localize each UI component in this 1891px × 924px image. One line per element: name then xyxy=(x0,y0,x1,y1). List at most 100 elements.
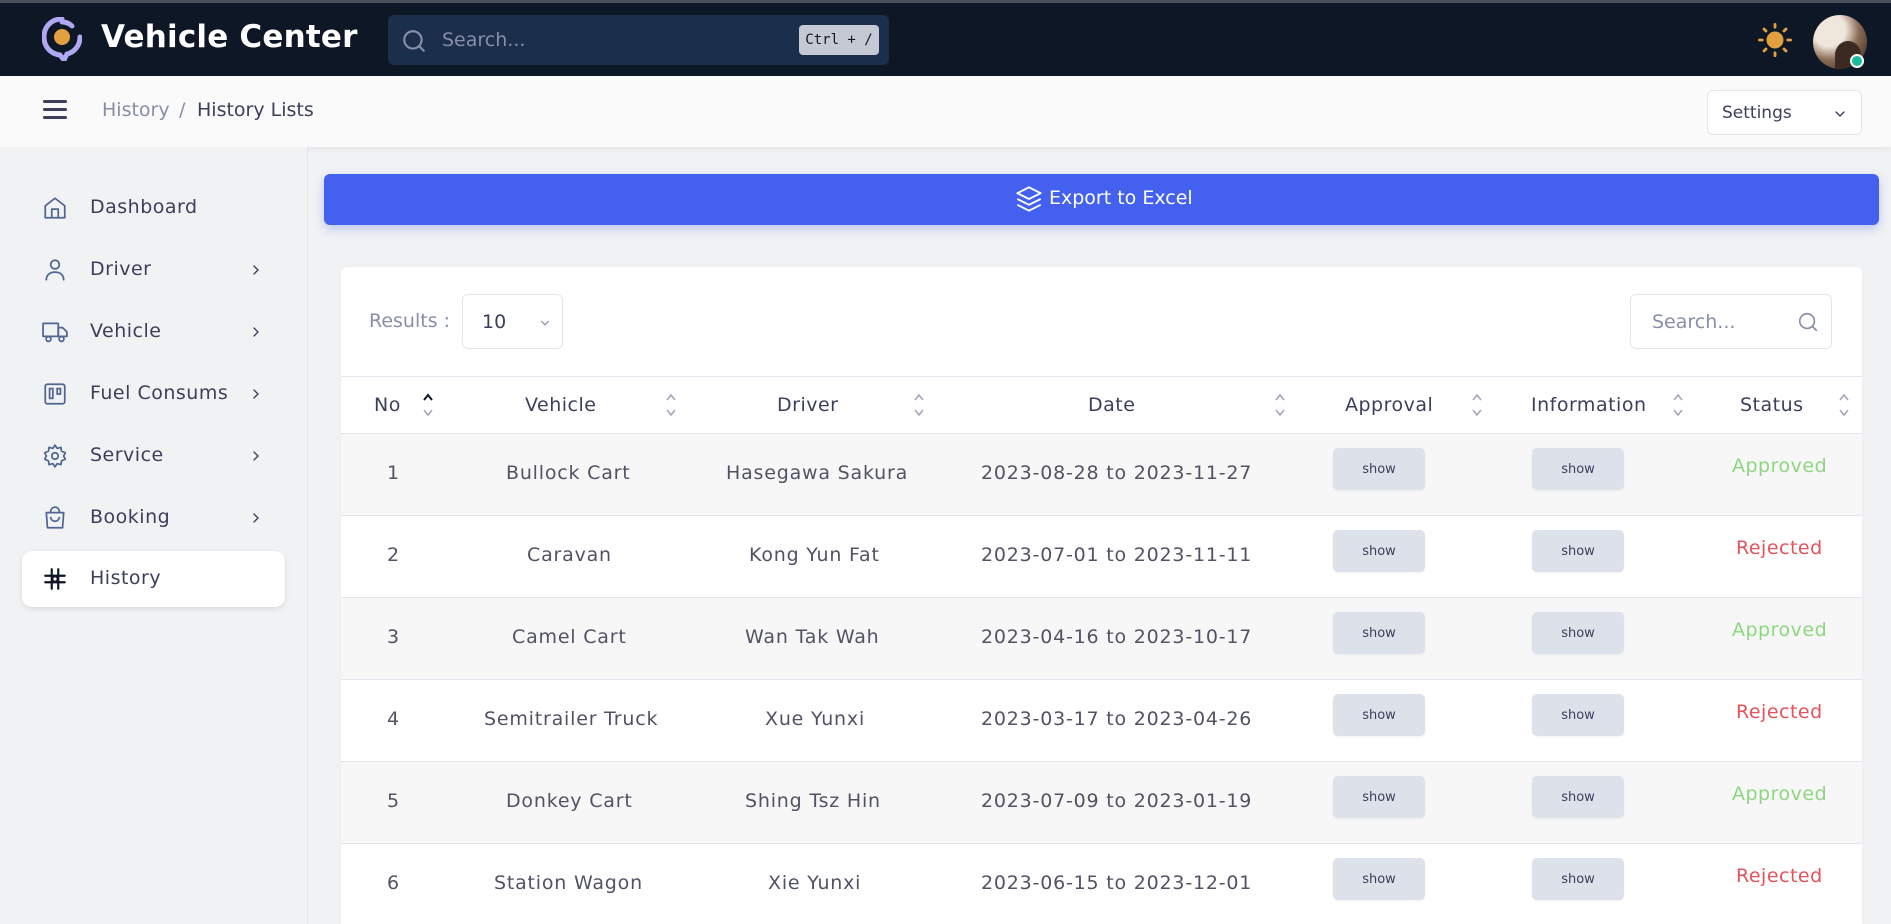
column-header-approval[interactable]: Approval xyxy=(1345,394,1433,416)
cell-driver: Hasegawa Sakura xyxy=(726,462,909,484)
cell-no: 5 xyxy=(387,790,400,812)
sidebar-item-label: Driver xyxy=(90,258,152,280)
cell-driver: Kong Yun Fat xyxy=(749,544,880,566)
table-row: 3 Camel Cart Wan Tak Wah 2023-04-16 to 2… xyxy=(341,598,1862,680)
logo-icon[interactable] xyxy=(42,17,82,61)
table-search-placeholder: Search... xyxy=(1652,311,1736,333)
home-icon xyxy=(44,197,66,219)
shopping-bag-icon xyxy=(45,506,65,529)
export-label: Export to Excel xyxy=(1049,187,1193,209)
breadcrumb-parent[interactable]: History xyxy=(102,99,170,121)
page-size-select[interactable]: 10 xyxy=(462,294,563,349)
approval-show-button[interactable]: show xyxy=(1333,530,1425,572)
sidebar-item-label: Service xyxy=(90,444,164,466)
sort-icon[interactable] xyxy=(422,391,434,419)
approval-show-button[interactable]: show xyxy=(1333,694,1425,736)
cell-vehicle: Station Wagon xyxy=(494,872,643,894)
status-badge: Rejected xyxy=(1736,701,1823,723)
breadcrumb-current: History Lists xyxy=(197,99,314,121)
cell-vehicle: Semitrailer Truck xyxy=(484,708,659,730)
cell-date: 2023-08-28 to 2023-11-27 xyxy=(981,462,1253,484)
global-search-input[interactable]: Search... Ctrl + / xyxy=(388,15,889,65)
sidebar-item-label: History xyxy=(90,567,162,589)
information-show-button[interactable]: show xyxy=(1532,776,1624,818)
status-badge: Approved xyxy=(1732,783,1828,805)
breadcrumb-separator: / xyxy=(179,99,186,121)
search-icon xyxy=(403,30,425,52)
cell-date: 2023-04-16 to 2023-10-17 xyxy=(981,626,1253,648)
sort-icon[interactable] xyxy=(1838,391,1850,419)
cell-no: 4 xyxy=(387,708,400,730)
sidebar-item-label: Dashboard xyxy=(90,196,198,218)
sun-icon[interactable] xyxy=(1758,23,1792,57)
global-search-placeholder: Search... xyxy=(442,29,526,51)
information-show-button[interactable]: show xyxy=(1532,858,1624,900)
cell-no: 2 xyxy=(387,544,400,566)
export-to-excel-button[interactable]: Export to Excel xyxy=(324,174,1879,225)
user-icon xyxy=(45,259,65,281)
menu-toggle-icon[interactable] xyxy=(43,100,67,120)
cell-date: 2023-03-17 to 2023-04-26 xyxy=(981,708,1253,730)
approval-show-button[interactable]: show xyxy=(1333,448,1425,490)
sidebar-item-fuel-consums[interactable]: Fuel Consums xyxy=(22,366,285,422)
cell-date: 2023-07-01 to 2023-11-11 xyxy=(981,544,1253,566)
cell-driver: Wan Tak Wah xyxy=(745,626,880,648)
sort-icon[interactable] xyxy=(1672,391,1684,419)
sidebar-item-dashboard[interactable]: Dashboard xyxy=(22,180,285,236)
table-search-input[interactable]: Search... xyxy=(1630,294,1832,349)
table-row: 6 Station Wagon Xie Yunxi 2023-06-15 to … xyxy=(341,844,1862,924)
chevron-right-icon xyxy=(253,327,259,337)
sidebar-item-booking[interactable]: Booking xyxy=(22,490,285,546)
cell-no: 3 xyxy=(387,626,400,648)
sidebar-item-label: Fuel Consums xyxy=(90,382,229,404)
cell-no: 1 xyxy=(387,462,400,484)
column-header-date[interactable]: Date xyxy=(1088,394,1135,416)
approval-show-button[interactable]: show xyxy=(1333,776,1425,818)
cell-driver: Xue Yunxi xyxy=(765,708,866,730)
approval-show-button[interactable]: show xyxy=(1333,612,1425,654)
table-row: 2 Caravan Kong Yun Fat 2023-07-01 to 202… xyxy=(341,516,1862,598)
history-table-panel: Results : 10 Search... No Vehicle Driver… xyxy=(341,267,1862,924)
status-badge: Rejected xyxy=(1736,537,1823,559)
cell-driver: Shing Tsz Hin xyxy=(745,790,881,812)
column-header-vehicle[interactable]: Vehicle xyxy=(525,394,596,416)
chevron-right-icon xyxy=(253,451,259,461)
sidebar-item-driver[interactable]: Driver xyxy=(22,242,285,298)
information-show-button[interactable]: show xyxy=(1532,612,1624,654)
chevron-down-icon xyxy=(1835,111,1845,117)
cell-driver: Xie Yunxi xyxy=(768,872,862,894)
column-header-no[interactable]: No xyxy=(374,394,401,416)
cell-vehicle: Caravan xyxy=(527,544,612,566)
layers-icon xyxy=(1016,186,1042,212)
table-row: 4 Semitrailer Truck Xue Yunxi 2023-03-17… xyxy=(341,680,1862,762)
search-icon xyxy=(1798,312,1818,332)
table-row: 1 Bullock Cart Hasegawa Sakura 2023-08-2… xyxy=(341,434,1862,516)
sidebar-item-vehicle[interactable]: Vehicle xyxy=(22,304,285,360)
sort-icon[interactable] xyxy=(1471,391,1483,419)
information-show-button[interactable]: show xyxy=(1532,694,1624,736)
table-header: No Vehicle Driver Date Approval Informat… xyxy=(341,376,1862,434)
page-size-value: 10 xyxy=(482,311,507,333)
sort-icon[interactable] xyxy=(1274,391,1286,419)
sidebar-item-service[interactable]: Service xyxy=(22,428,285,484)
sidebar-item-history[interactable]: History xyxy=(22,551,285,607)
cell-vehicle: Donkey Cart xyxy=(506,790,633,812)
cell-no: 6 xyxy=(387,872,400,894)
information-show-button[interactable]: show xyxy=(1532,448,1624,490)
column-header-driver[interactable]: Driver xyxy=(777,394,838,416)
sort-icon[interactable] xyxy=(913,391,925,419)
cell-vehicle: Bullock Cart xyxy=(506,462,631,484)
status-badge: Approved xyxy=(1732,455,1828,477)
cell-date: 2023-07-09 to 2023-01-19 xyxy=(981,790,1253,812)
search-shortcut-badge: Ctrl + / xyxy=(799,25,879,55)
status-badge: Rejected xyxy=(1736,865,1823,887)
sort-icon[interactable] xyxy=(665,391,677,419)
settings-dropdown[interactable]: Settings xyxy=(1707,90,1862,135)
approval-show-button[interactable]: show xyxy=(1333,858,1425,900)
column-header-status[interactable]: Status xyxy=(1740,394,1804,416)
information-show-button[interactable]: show xyxy=(1532,530,1624,572)
column-header-information[interactable]: Information xyxy=(1531,394,1646,416)
sidebar: Dashboard Driver Vehicle Fuel Consums Se… xyxy=(0,147,308,924)
kanban-icon xyxy=(44,383,66,405)
chevron-down-icon xyxy=(540,320,550,326)
